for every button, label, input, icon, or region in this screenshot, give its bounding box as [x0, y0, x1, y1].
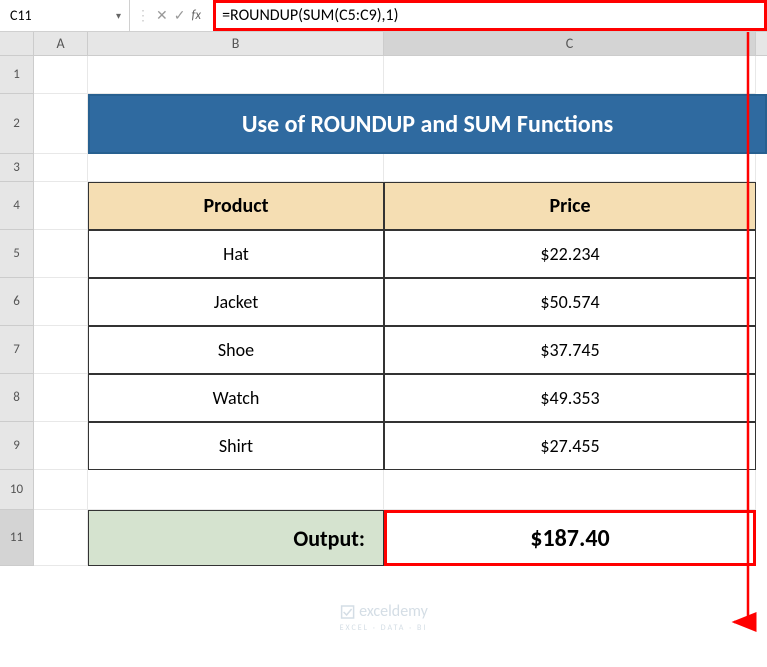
- select-all-cell[interactable]: [0, 32, 34, 55]
- output-label-text: Output:: [293, 525, 365, 552]
- row-3: 3: [0, 154, 767, 182]
- product-price: $49.353: [540, 387, 599, 409]
- formula-bar: C11 ▾ ⋮ ✕ ✓ fx =ROUNDUP(SUM(C5:C9),1): [0, 0, 767, 32]
- row-2: 2 Use of ROUNDUP and SUM Functions: [0, 94, 767, 154]
- product-name: Watch: [213, 387, 260, 409]
- row-header-9[interactable]: 9: [0, 422, 34, 470]
- cell-price-3[interactable]: $49.353: [384, 374, 756, 422]
- title-cell[interactable]: Use of ROUNDUP and SUM Functions: [88, 94, 767, 154]
- product-name: Shoe: [218, 339, 254, 361]
- cell-product-3[interactable]: Watch: [88, 374, 384, 422]
- col-header-c[interactable]: C: [384, 32, 756, 55]
- output-label-cell[interactable]: Output:: [88, 510, 384, 566]
- row-6: 6 Jacket $50.574: [0, 278, 767, 326]
- cell-c10[interactable]: [384, 470, 756, 510]
- row-header-8[interactable]: 8: [0, 374, 34, 422]
- cell-price-4[interactable]: $27.455: [384, 422, 756, 470]
- cell-a5[interactable]: [34, 230, 88, 278]
- fx-label[interactable]: fx: [191, 8, 207, 23]
- formula-bar-icons: ⋮ ✕ ✓ fx: [130, 7, 213, 24]
- row-8: 8 Watch $49.353: [0, 374, 767, 422]
- name-box[interactable]: C11 ▾: [0, 0, 130, 31]
- row-header-7[interactable]: 7: [0, 326, 34, 374]
- cell-b1[interactable]: [88, 56, 384, 94]
- product-name: Shirt: [219, 435, 253, 457]
- watermark-icon: [339, 604, 355, 620]
- product-price: $22.234: [540, 243, 599, 265]
- header-product-text: Product: [203, 194, 268, 218]
- product-price: $27.455: [540, 435, 599, 457]
- formula-input[interactable]: =ROUNDUP(SUM(C5:C9),1): [213, 0, 767, 31]
- chevron-down-icon[interactable]: ▾: [116, 9, 121, 22]
- cell-a3[interactable]: [34, 154, 88, 182]
- output-value-cell[interactable]: $187.40: [384, 510, 756, 566]
- row-header-6[interactable]: 6: [0, 278, 34, 326]
- cell-price-2[interactable]: $37.745: [384, 326, 756, 374]
- row-header-5[interactable]: 5: [0, 230, 34, 278]
- cancel-icon[interactable]: ✕: [156, 7, 168, 24]
- col-header-b[interactable]: B: [88, 32, 384, 55]
- row-4: 4 Product Price: [0, 182, 767, 230]
- product-name: Jacket: [214, 291, 258, 313]
- row-header-10[interactable]: 10: [0, 470, 34, 510]
- cell-a8[interactable]: [34, 374, 88, 422]
- cell-b10[interactable]: [88, 470, 384, 510]
- cell-a1[interactable]: [34, 56, 88, 94]
- row-10: 10: [0, 470, 767, 510]
- cell-a10[interactable]: [34, 470, 88, 510]
- col-header-a[interactable]: A: [34, 32, 88, 55]
- cell-product-1[interactable]: Jacket: [88, 278, 384, 326]
- header-product[interactable]: Product: [88, 182, 384, 230]
- cell-a4[interactable]: [34, 182, 88, 230]
- row-7: 7 Shoe $37.745: [0, 326, 767, 374]
- cell-price-0[interactable]: $22.234: [384, 230, 756, 278]
- row-11: 11 Output: $187.40: [0, 510, 767, 566]
- output-value-text: $187.40: [530, 524, 609, 553]
- row-9: 9 Shirt $27.455: [0, 422, 767, 470]
- header-price[interactable]: Price: [384, 182, 756, 230]
- cell-b3[interactable]: [88, 154, 384, 182]
- separator-icon: ⋮: [136, 7, 150, 24]
- header-price-text: Price: [549, 194, 590, 218]
- title-text: Use of ROUNDUP and SUM Functions: [242, 110, 613, 139]
- cell-product-4[interactable]: Shirt: [88, 422, 384, 470]
- cell-a9[interactable]: [34, 422, 88, 470]
- row-header-1[interactable]: 1: [0, 56, 34, 94]
- cell-product-0[interactable]: Hat: [88, 230, 384, 278]
- row-header-11[interactable]: 11: [0, 510, 34, 566]
- watermark-subtitle: EXCEL · DATA · BI: [340, 623, 428, 633]
- product-price: $37.745: [540, 339, 599, 361]
- product-price: $50.574: [540, 291, 599, 313]
- cell-price-1[interactable]: $50.574: [384, 278, 756, 326]
- row-1: 1: [0, 56, 767, 94]
- cell-product-2[interactable]: Shoe: [88, 326, 384, 374]
- column-headers: A B C: [0, 32, 767, 56]
- cell-a2[interactable]: [34, 94, 88, 154]
- row-header-4[interactable]: 4: [0, 182, 34, 230]
- formula-text: =ROUNDUP(SUM(C5:C9),1): [222, 6, 398, 25]
- watermark: exceldemy: [339, 602, 428, 621]
- product-name: Hat: [223, 243, 249, 265]
- cell-c3[interactable]: [384, 154, 756, 182]
- cell-a6[interactable]: [34, 278, 88, 326]
- cell-a11[interactable]: [34, 510, 88, 566]
- row-header-2[interactable]: 2: [0, 94, 34, 154]
- row-5: 5 Hat $22.234: [0, 230, 767, 278]
- accept-icon[interactable]: ✓: [174, 7, 186, 24]
- watermark-text: exceldemy: [359, 602, 428, 621]
- name-box-value: C11: [10, 7, 32, 24]
- spreadsheet-grid: 1 2 Use of ROUNDUP and SUM Functions 3 4…: [0, 56, 767, 566]
- cell-a7[interactable]: [34, 326, 88, 374]
- row-header-3[interactable]: 3: [0, 154, 34, 182]
- cell-c1[interactable]: [384, 56, 756, 94]
